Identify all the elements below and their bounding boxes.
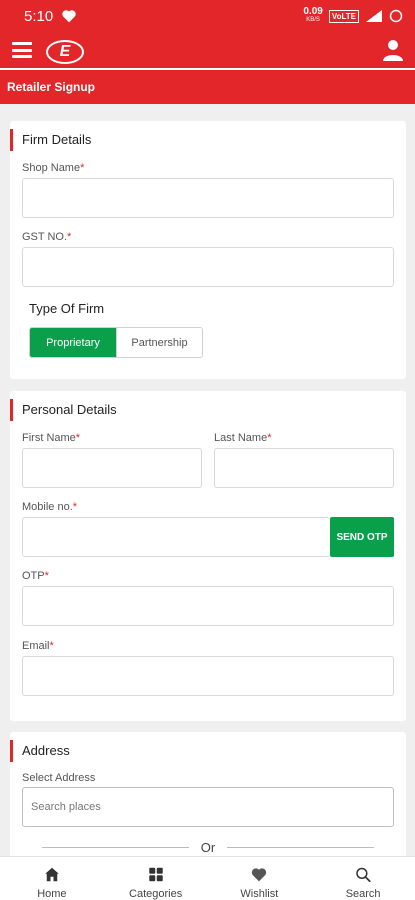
heart-status-icon [62,10,76,23]
gst-label: GST NO.* [22,231,72,243]
otp-label: OTP* [22,570,49,582]
nav-search[interactable]: Search [311,857,415,900]
nav-home[interactable]: Home [0,857,104,900]
email-label: Email* [22,640,54,652]
section-accent [10,129,13,151]
nav-categories[interactable]: Categories [104,857,208,900]
brand-logo[interactable]: E [46,40,84,64]
personal-details-title: Personal Details [22,402,117,417]
divider-right [227,847,375,848]
nav-wishlist[interactable]: Wishlist [208,857,312,900]
or-divider: Or [42,840,375,855]
bottom-nav: Home Categories Wishlist Search [0,856,415,900]
shop-name-input[interactable] [22,178,394,218]
page-title: Retailer Signup [7,80,96,94]
mobile-label: Mobile no.* [22,501,78,513]
option-partnership[interactable]: Partnership [116,328,202,357]
heart-icon [252,868,267,882]
section-accent [10,399,13,421]
send-otp-button[interactable]: SEND OTP [330,517,394,557]
nav-label-wishlist: Wishlist [240,888,279,900]
type-of-firm-label: Type Of Firm [29,301,105,316]
firm-type-selector: Proprietary Partnership [29,327,203,358]
search-places-input[interactable]: Search places [22,787,394,827]
grid-icon [148,867,163,882]
search-icon [356,867,371,882]
shop-name-label: Shop Name* [22,162,85,174]
select-address-label: Select Address [22,772,96,784]
nav-label-categories: Categories [129,888,183,900]
search-places-placeholder: Search places [31,801,101,813]
user-icon[interactable] [383,39,403,61]
email-input[interactable] [22,656,394,696]
nav-label-search: Search [345,888,381,900]
page-title-bar: Retailer Signup [0,70,415,104]
first-name-label: First Name* [22,432,81,444]
mobile-input[interactable] [22,517,330,557]
last-name-input[interactable] [214,448,394,488]
status-bar: 5:10 0.09 KB/S VoLTE [0,0,415,32]
personal-details-card: Personal Details First Name* Last Name* … [10,391,406,721]
signal-icon [366,10,382,22]
gst-input[interactable] [22,247,394,287]
option-proprietary[interactable]: Proprietary [30,328,116,357]
divider-left [42,847,189,848]
network-speed: 0.09 KB/S [303,6,323,24]
or-text: Or [200,840,216,855]
address-card: Address Select Address Search places Or [10,732,406,862]
first-name-input[interactable] [22,448,202,488]
status-left: 5:10 [24,8,77,25]
last-name-label: Last Name* [214,432,272,444]
home-icon [45,867,59,882]
address-title: Address [22,743,70,758]
firm-details-card: Firm Details Shop Name* GST NO.* Type Of… [10,121,406,379]
battery-icon [389,9,403,23]
status-right: 0.09 KB/S VoLTE [303,7,403,25]
firm-details-title: Firm Details [22,132,92,147]
otp-input[interactable] [22,586,394,626]
volte-badge: VoLTE [328,9,359,23]
section-accent [10,740,13,762]
menu-icon[interactable] [12,42,32,58]
status-time: 5:10 [24,7,54,25]
nav-label-home: Home [37,888,67,900]
